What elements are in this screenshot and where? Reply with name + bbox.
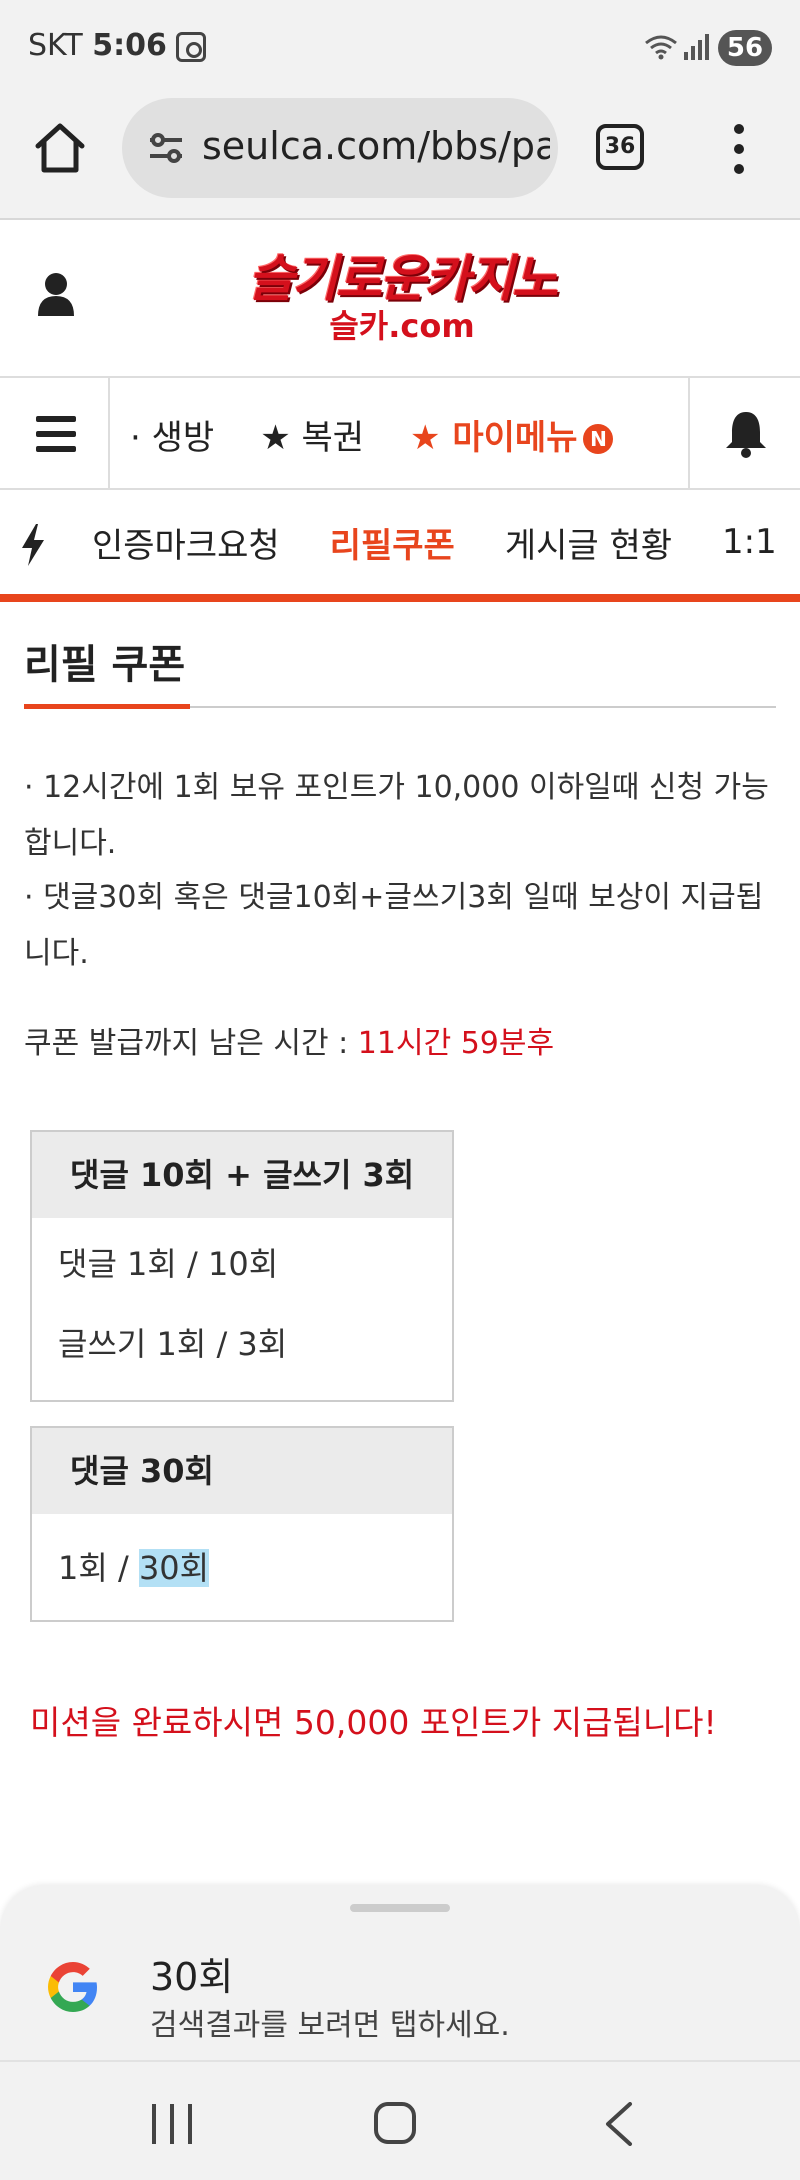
search-term: 30회	[150, 1955, 234, 1999]
search-suggestion-sheet[interactable]: 30회 검색결과를 보려면 탭하세요.	[0, 1886, 800, 2060]
signal-icon	[684, 34, 710, 60]
mission-box-comments: 댓글 30회 1회 / 30회	[30, 1426, 454, 1622]
recent-apps-icon[interactable]	[150, 2104, 196, 2144]
google-icon	[44, 1958, 102, 2016]
nav-item-live[interactable]: · 생방	[130, 410, 214, 459]
drag-handle[interactable]	[350, 1904, 450, 1912]
sub-nav-item-post-status[interactable]: 게시글 현황	[505, 518, 672, 567]
nav-item-my-menu[interactable]: ★ 마이메뉴 N	[410, 410, 614, 459]
mission-progress-comments-30: 1회 / 30회	[58, 1549, 210, 1587]
new-badge: N	[583, 424, 614, 454]
url-text: seulca.com/bbs/pa	[202, 124, 550, 168]
description-line-1: · 12시간에 1회 보유 포인트가 10,000 이하일때 신청 가능합니다.	[24, 770, 769, 861]
nav-item-lottery[interactable]: ★ 복권	[260, 410, 364, 459]
site-header: 슬기로운카지노 슬카.com	[0, 220, 800, 378]
mission-box-header: 댓글 30회	[32, 1428, 452, 1514]
tab-switcher-button[interactable]: 36	[596, 124, 644, 170]
mission-box-header: 댓글 10회 + 글쓰기 3회	[32, 1132, 452, 1218]
status-bar: SKT 5:06 56	[0, 0, 800, 96]
sub-nav-item-cert-request[interactable]: 인증마크요청	[92, 518, 280, 567]
mission-progress-comments: 댓글 1회 / 10회	[58, 1245, 279, 1283]
home-icon[interactable]	[30, 118, 90, 178]
description-line-2: · 댓글30회 혹은 댓글10회+글쓰기3회 일때 보상이 지급됩니다.	[24, 880, 764, 971]
sub-nav-item-one-on-one[interactable]: 1:1	[722, 522, 777, 562]
search-hint: 검색결과를 보려면 탭하세요.	[150, 2008, 510, 2043]
site-logo[interactable]: 슬기로운카지노 슬카.com	[218, 250, 586, 350]
hamburger-menu-icon[interactable]	[0, 378, 110, 490]
system-navigation-bar	[0, 2060, 800, 2180]
status-carrier: SKT 5:06	[28, 28, 167, 63]
site-settings-icon[interactable]	[148, 132, 184, 164]
home-nav-icon[interactable]	[374, 2102, 416, 2144]
mission-progress-posts: 글쓰기 1회 / 3회	[58, 1325, 288, 1363]
title-underline	[24, 704, 190, 709]
lightning-icon	[20, 524, 46, 566]
sub-nav-items: 인증마크요청 리필쿠폰 게시글 현황 1:1	[92, 490, 800, 594]
page-title: 리필 쿠폰	[24, 642, 186, 688]
screen-capture-icon	[176, 32, 206, 62]
back-icon[interactable]	[604, 2102, 634, 2146]
logo-sub-text: 슬카.com	[329, 307, 475, 345]
user-icon[interactable]	[38, 272, 74, 316]
battery-indicator: 56	[718, 30, 772, 66]
address-bar[interactable]: seulca.com/bbs/pa	[122, 98, 558, 198]
main-nav: · 생방 ★ 복권 ★ 마이메뉴 N	[0, 378, 800, 490]
bell-icon	[724, 410, 768, 458]
remaining-time-label: 쿠폰 발급까지 남은 시간 :	[24, 1026, 358, 1061]
sub-nav-item-refill-coupon[interactable]: 리필쿠폰	[330, 518, 455, 567]
more-options-icon[interactable]	[728, 124, 752, 174]
logo-main-text: 슬기로운카지노	[248, 250, 558, 308]
reward-message: 미션을 완료하시면 50,000 포인트가 지급됩니다!	[30, 1703, 717, 1742]
remaining-time-value: 11시간 59분후	[357, 1026, 555, 1061]
mission-box-combo: 댓글 10회 + 글쓰기 3회 댓글 1회 / 10회 글쓰기 1회 / 3회	[30, 1130, 454, 1402]
sub-nav: 인증마크요청 리필쿠폰 게시글 현황 1:1	[0, 490, 800, 602]
selected-text[interactable]: 30회	[138, 1549, 210, 1587]
remaining-time: 쿠폰 발급까지 남은 시간 : 11시간 59분후	[24, 1018, 554, 1062]
status-time: 5:06	[92, 28, 167, 63]
notifications-button[interactable]	[688, 378, 800, 490]
nav-items: · 생방 ★ 복권 ★ 마이메뉴 N	[130, 378, 690, 490]
wifi-icon	[644, 34, 678, 66]
